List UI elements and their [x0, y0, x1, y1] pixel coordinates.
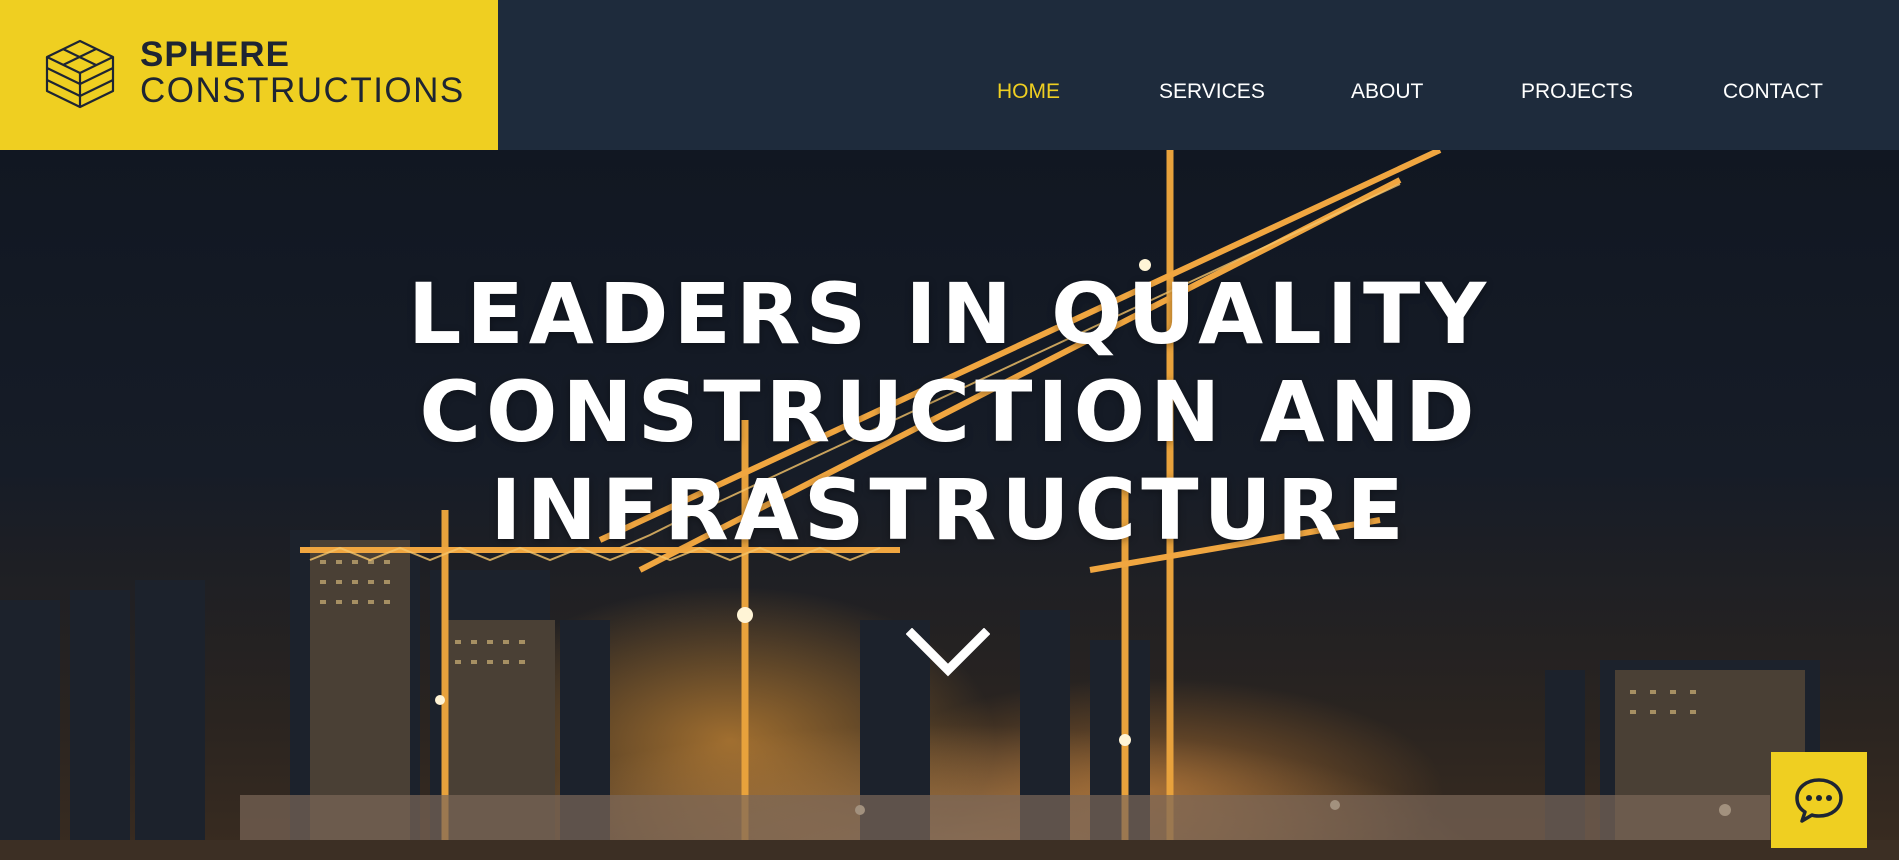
hero-headline: LEADERS IN QUALITY CONSTRUCTION AND INFR… — [0, 265, 1899, 559]
headline-line-2: CONSTRUCTION AND — [419, 363, 1480, 461]
headline-line-1: LEADERS IN QUALITY — [407, 265, 1492, 363]
chevron-down-icon[interactable] — [906, 628, 990, 680]
page: SPHERE CONSTRUCTIONS HOME SERVICES ABOUT… — [0, 0, 1899, 860]
nav-about[interactable]: ABOUT — [1351, 80, 1423, 104]
logo[interactable]: SPHERE CONSTRUCTIONS — [0, 0, 498, 150]
headline-line-3: INFRASTRUCTURE — [490, 461, 1409, 559]
site-header: SPHERE CONSTRUCTIONS HOME SERVICES ABOUT… — [0, 0, 1899, 150]
nav-projects[interactable]: PROJECTS — [1521, 80, 1633, 104]
brand-name: SPHERE — [140, 35, 290, 74]
nav-contact[interactable]: CONTACT — [1723, 80, 1823, 104]
nav-services[interactable]: SERVICES — [1159, 80, 1265, 104]
chat-button[interactable] — [1771, 752, 1867, 848]
nav-home[interactable]: HOME — [997, 80, 1060, 104]
main-nav: HOME SERVICES ABOUT PROJECTS CONTACT — [0, 80, 1899, 110]
hero-section: LEADERS IN QUALITY CONSTRUCTION AND INFR… — [0, 150, 1899, 860]
chat-bubble-icon — [1795, 778, 1843, 823]
